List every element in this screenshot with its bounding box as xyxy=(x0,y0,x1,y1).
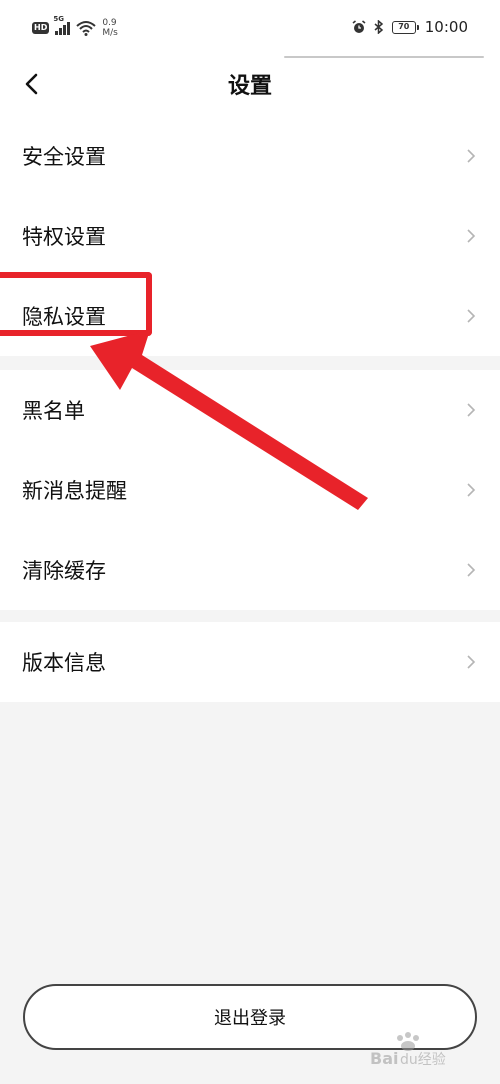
settings-item-security[interactable]: 安全设置 xyxy=(0,116,500,196)
bluetooth-icon xyxy=(374,20,383,34)
chevron-right-icon xyxy=(467,483,476,497)
settings-group-3: 版本信息 xyxy=(0,622,500,702)
settings-group-2: 黑名单 新消息提醒 清除缓存 xyxy=(0,370,500,610)
network-speed: 0.9 M/s xyxy=(102,18,118,38)
settings-screen: HD 5G 0.9 M/s 70 10:00 设置 安全设置 特权设置 隐私设置… xyxy=(0,0,500,1084)
signal-icon: 5G xyxy=(53,15,71,35)
settings-item-blacklist[interactable]: 黑名单 xyxy=(0,370,500,450)
settings-item-privacy[interactable]: 隐私设置 xyxy=(0,276,500,356)
settings-item-label: 黑名单 xyxy=(22,399,85,423)
chevron-right-icon xyxy=(467,149,476,163)
settings-item-version[interactable]: 版本信息 xyxy=(0,622,500,702)
settings-item-privilege[interactable]: 特权设置 xyxy=(0,196,500,276)
speed-value: 0.9 xyxy=(102,18,117,28)
signal-bar xyxy=(63,25,67,35)
status-bar: HD 5G 0.9 M/s 70 10:00 xyxy=(0,0,500,58)
chevron-right-icon xyxy=(467,403,476,417)
settings-item-notifications[interactable]: 新消息提醒 xyxy=(0,450,500,530)
nav-header: 设置 xyxy=(0,58,500,116)
network-type: 5G xyxy=(53,15,64,23)
wifi-icon xyxy=(76,21,97,36)
settings-item-label: 特权设置 xyxy=(22,225,106,249)
status-left: HD 5G 0.9 M/s xyxy=(32,15,118,38)
chevron-right-icon xyxy=(467,563,476,577)
signal-bar xyxy=(59,28,63,35)
page-title: 设置 xyxy=(227,74,272,99)
speed-unit: M/s xyxy=(102,28,118,38)
battery-icon: 70 xyxy=(391,20,419,34)
settings-group-1: 安全设置 特权设置 隐私设置 xyxy=(0,116,500,356)
settings-item-label: 隐私设置 xyxy=(22,305,106,329)
alarm-icon xyxy=(352,20,366,33)
settings-item-label: 新消息提醒 xyxy=(22,479,127,503)
svg-text:du经验: du经验 xyxy=(400,1052,446,1068)
status-right: 70 10:00 xyxy=(352,18,468,36)
battery-tip xyxy=(416,24,419,30)
chevron-right-icon xyxy=(467,655,476,669)
settings-item-label: 版本信息 xyxy=(22,651,106,675)
settings-item-label: 安全设置 xyxy=(22,145,106,169)
battery-level: 70 xyxy=(391,20,416,34)
settings-item-label: 清除缓存 xyxy=(22,559,106,583)
status-time: 10:00 xyxy=(424,18,468,36)
chevron-right-icon xyxy=(467,309,476,323)
chevron-right-icon xyxy=(467,229,476,243)
svg-text:Bai: Bai xyxy=(370,1049,398,1068)
signal-bar xyxy=(55,31,59,35)
logout-button[interactable]: 退出登录 xyxy=(23,984,477,1050)
signal-bar xyxy=(67,22,71,35)
settings-item-clear-cache[interactable]: 清除缓存 xyxy=(0,530,500,610)
hd-badge: HD xyxy=(32,22,50,34)
